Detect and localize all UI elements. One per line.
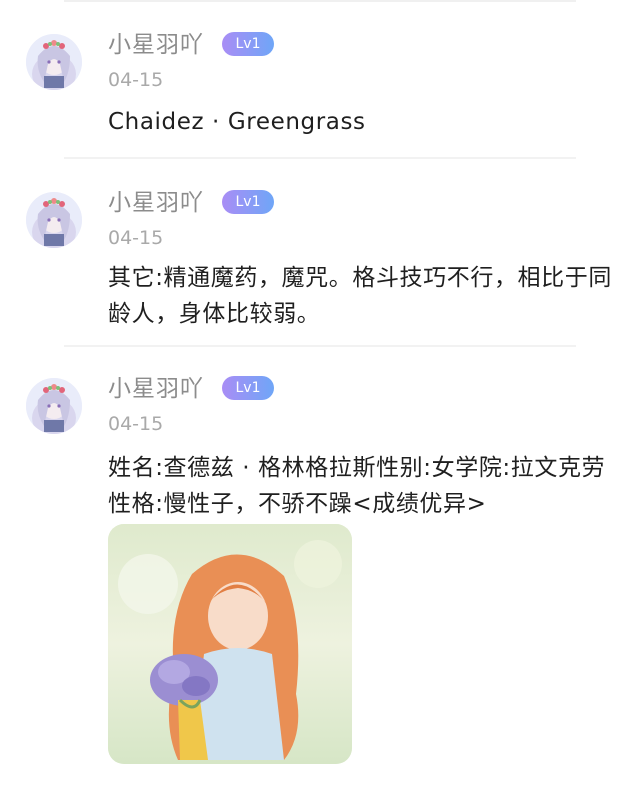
post-date: 04-15: [108, 69, 164, 91]
divider: [64, 345, 576, 347]
post-date: 04-15: [108, 413, 164, 435]
post-date: 04-15: [108, 227, 164, 249]
attached-image[interactable]: [108, 524, 352, 764]
top-divider: [64, 0, 576, 2]
level-badge: Lv1: [222, 376, 274, 400]
avatar[interactable]: [26, 192, 82, 248]
username[interactable]: 小星羽吖: [108, 30, 204, 60]
avatar[interactable]: [26, 378, 82, 434]
level-badge: Lv1: [222, 32, 274, 56]
avatar[interactable]: [26, 34, 82, 90]
divider: [64, 157, 576, 159]
comment-text: 姓名:查德兹 · 格林格拉斯性别:女学院:拉文克劳性格:慢性子，不骄不躁<成绩优…: [108, 455, 606, 517]
username[interactable]: 小星羽吖: [108, 188, 204, 218]
level-badge: Lv1: [222, 190, 274, 214]
comment-text: Chaidez · Greengrass: [108, 109, 366, 135]
comment-text: 其它:精通魔药，魔咒。格斗技巧不行，相比于同龄人，身体比较弱。: [108, 265, 612, 327]
username[interactable]: 小星羽吖: [108, 374, 204, 404]
